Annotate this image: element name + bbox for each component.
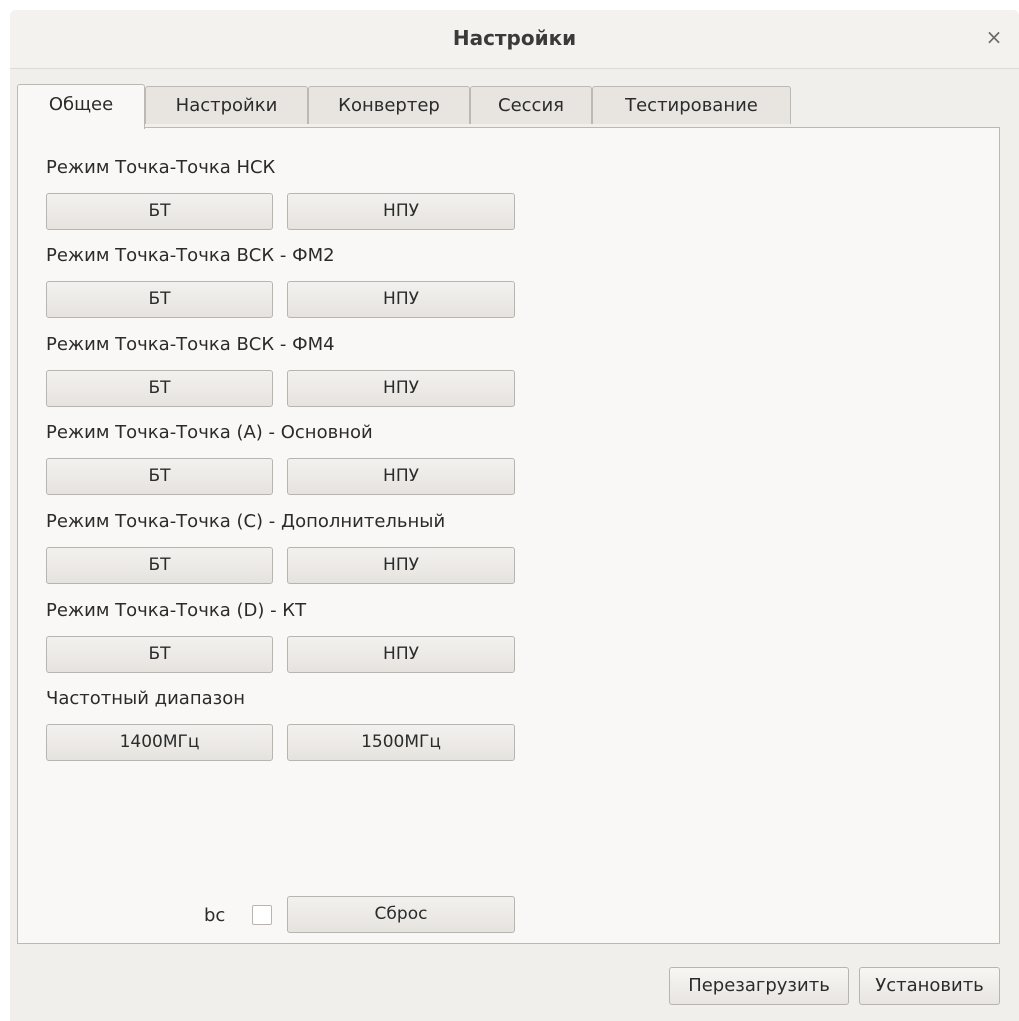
- section-label-a-main: Режим Точка-Точка (А) - Основной: [46, 422, 373, 443]
- section-label-frequency-range: Частотный диапазон: [46, 688, 245, 709]
- freq-1500-button[interactable]: 1500МГц: [287, 724, 515, 761]
- close-icon[interactable]: ×: [981, 24, 1007, 50]
- nsk-bt-button[interactable]: БТ: [46, 193, 273, 230]
- window-title: Настройки: [452, 26, 577, 50]
- c-additional-bt-button[interactable]: БТ: [46, 547, 273, 584]
- reset-button[interactable]: Сброс: [287, 896, 515, 933]
- vsk-fm2-bt-button[interactable]: БТ: [46, 281, 273, 318]
- section-label-c-additional: Режим Точка-Точка (С) - Дополнительный: [46, 511, 446, 532]
- section-label-nsk: Режим Точка-Точка НСК: [46, 157, 276, 178]
- title-bar: Настройки ×: [10, 10, 1019, 69]
- bc-checkbox[interactable]: [252, 905, 272, 925]
- section-label-vsk-fm2: Режим Точка-Точка ВСК - ФМ2: [46, 245, 335, 266]
- section-label-d-kt: Режим Точка-Точка (D) - КТ: [46, 600, 307, 621]
- a-main-bt-button[interactable]: БТ: [46, 458, 273, 495]
- apply-button[interactable]: Установить: [859, 967, 1000, 1005]
- section-label-vsk-fm4: Режим Точка-Точка ВСК - ФМ4: [46, 334, 335, 355]
- d-kt-bt-button[interactable]: БТ: [46, 636, 273, 673]
- reboot-button[interactable]: Перезагрузить: [669, 967, 849, 1005]
- vsk-fm2-npu-button[interactable]: НПУ: [287, 281, 515, 318]
- tab-converter[interactable]: Конвертер: [308, 86, 470, 124]
- a-main-npu-button[interactable]: НПУ: [287, 458, 515, 495]
- freq-1400-button[interactable]: 1400МГц: [46, 724, 273, 761]
- vsk-fm4-npu-button[interactable]: НПУ: [287, 370, 515, 407]
- c-additional-npu-button[interactable]: НПУ: [287, 547, 515, 584]
- nsk-npu-button[interactable]: НПУ: [287, 193, 515, 230]
- d-kt-npu-button[interactable]: НПУ: [287, 636, 515, 673]
- tab-testing[interactable]: Тестирование: [592, 86, 791, 124]
- tab-settings[interactable]: Настройки: [145, 86, 308, 124]
- tab-general[interactable]: Общее: [17, 84, 145, 129]
- tab-session[interactable]: Сессия: [470, 86, 592, 124]
- bc-label: bc: [204, 905, 226, 926]
- vsk-fm4-bt-button[interactable]: БТ: [46, 370, 273, 407]
